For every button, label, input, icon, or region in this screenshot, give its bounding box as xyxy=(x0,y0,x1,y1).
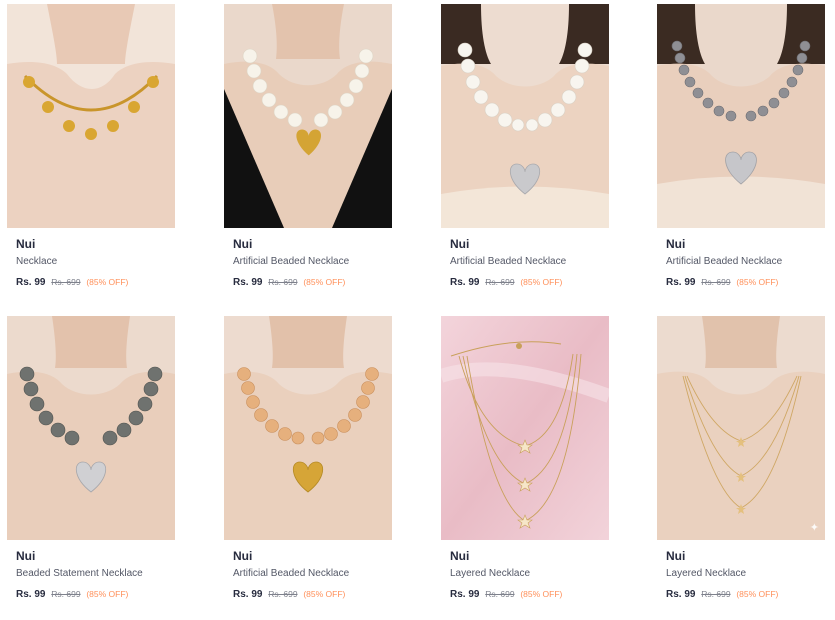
product-card[interactable]: Nui Necklace Rs. 99 Rs. 699 (85% OFF) xyxy=(7,4,175,289)
price-row: Rs. 99 Rs. 699 (85% OFF) xyxy=(233,588,392,601)
price-row: Rs. 99 Rs. 699 (85% OFF) xyxy=(450,276,609,289)
product-title: Necklace xyxy=(16,256,58,267)
product-card[interactable]: Nui Artificial Beaded Necklace Rs. 99 Rs… xyxy=(224,4,392,289)
product-discount: (85% OFF) xyxy=(736,589,779,599)
product-card[interactable]: Nui Beaded Statement Necklace Rs. 99 Rs.… xyxy=(7,316,175,601)
product-title: Layered Necklace xyxy=(666,568,747,579)
product-mrp: Rs. 699 xyxy=(701,589,731,599)
product-discount: (85% OFF) xyxy=(86,277,129,287)
product-discount: (85% OFF) xyxy=(303,589,346,599)
product-discount: (85% OFF) xyxy=(520,277,563,287)
product-mrp: Rs. 699 xyxy=(268,277,298,287)
product-discount: (85% OFF) xyxy=(736,277,779,287)
product-price: Rs. 99 xyxy=(16,277,46,288)
product-image[interactable] xyxy=(441,4,609,228)
product-discount: (85% OFF) xyxy=(303,277,346,287)
product-image[interactable]: ✦ xyxy=(657,316,825,540)
product-mrp: Rs. 699 xyxy=(485,589,515,599)
product-brand: Nui xyxy=(450,549,470,563)
price-row: Rs. 99 Rs. 699 (85% OFF) xyxy=(16,588,175,601)
product-price: Rs. 99 xyxy=(450,277,480,288)
product-title: Artificial Beaded Necklace xyxy=(233,256,350,267)
product-brand: Nui xyxy=(16,549,36,563)
sparkle-icon: ✦ xyxy=(809,522,819,534)
product-image[interactable] xyxy=(224,316,392,540)
product-price: Rs. 99 xyxy=(450,589,480,600)
product-brand: Nui xyxy=(450,237,470,251)
product-title: Artificial Beaded Necklace xyxy=(666,256,783,267)
product-image[interactable] xyxy=(441,316,609,540)
product-image[interactable] xyxy=(224,4,392,228)
product-price: Rs. 99 xyxy=(666,589,696,600)
price-row: Rs. 99 Rs. 699 (85% OFF) xyxy=(233,276,392,289)
product-brand: Nui xyxy=(666,237,686,251)
product-title: Artificial Beaded Necklace xyxy=(450,256,567,267)
price-row: Rs. 99 Rs. 699 (85% OFF) xyxy=(16,276,175,289)
product-brand: Nui xyxy=(16,237,36,251)
product-card[interactable]: Nui Artificial Beaded Necklace Rs. 99 Rs… xyxy=(657,4,825,289)
product-card[interactable]: Nui Layered Necklace Rs. 99 Rs. 699 (85%… xyxy=(441,316,609,601)
product-price: Rs. 99 xyxy=(666,277,696,288)
product-mrp: Rs. 699 xyxy=(701,277,731,287)
product-discount: (85% OFF) xyxy=(520,589,563,599)
necklace-photo xyxy=(441,4,609,228)
product-title: Layered Necklace xyxy=(450,568,531,579)
product-image[interactable] xyxy=(657,4,825,228)
product-grid: Nui Necklace Rs. 99 Rs. 699 (85% OFF) Nu… xyxy=(0,0,835,620)
product-image[interactable] xyxy=(7,316,175,540)
product-card[interactable]: ✦ Nui Layered Necklace Rs. 99 Rs. 699 (8… xyxy=(657,316,825,601)
necklace-photo xyxy=(657,4,825,228)
necklace-photo xyxy=(7,316,175,540)
product-image[interactable] xyxy=(7,4,175,228)
product-title: Beaded Statement Necklace xyxy=(16,568,143,579)
product-price: Rs. 99 xyxy=(233,589,263,600)
product-mrp: Rs. 699 xyxy=(485,277,515,287)
product-title: Artificial Beaded Necklace xyxy=(233,568,350,579)
product-brand: Nui xyxy=(233,549,253,563)
necklace-photo xyxy=(441,316,609,540)
product-price: Rs. 99 xyxy=(233,277,263,288)
price-row: Rs. 99 Rs. 699 (85% OFF) xyxy=(666,588,825,601)
product-mrp: Rs. 699 xyxy=(51,277,81,287)
price-row: Rs. 99 Rs. 699 (85% OFF) xyxy=(666,276,825,289)
necklace-photo xyxy=(224,4,392,228)
product-mrp: Rs. 699 xyxy=(268,589,298,599)
necklace-photo xyxy=(7,4,175,228)
product-mrp: Rs. 699 xyxy=(51,589,81,599)
product-discount: (85% OFF) xyxy=(86,589,129,599)
product-card[interactable]: Nui Artificial Beaded Necklace Rs. 99 Rs… xyxy=(441,4,609,289)
product-brand: Nui xyxy=(233,237,253,251)
necklace-photo xyxy=(224,316,392,540)
necklace-photo xyxy=(657,316,825,540)
product-price: Rs. 99 xyxy=(16,589,46,600)
product-card[interactable]: Nui Artificial Beaded Necklace Rs. 99 Rs… xyxy=(224,316,392,601)
price-row: Rs. 99 Rs. 699 (85% OFF) xyxy=(450,588,609,601)
product-brand: Nui xyxy=(666,549,686,563)
